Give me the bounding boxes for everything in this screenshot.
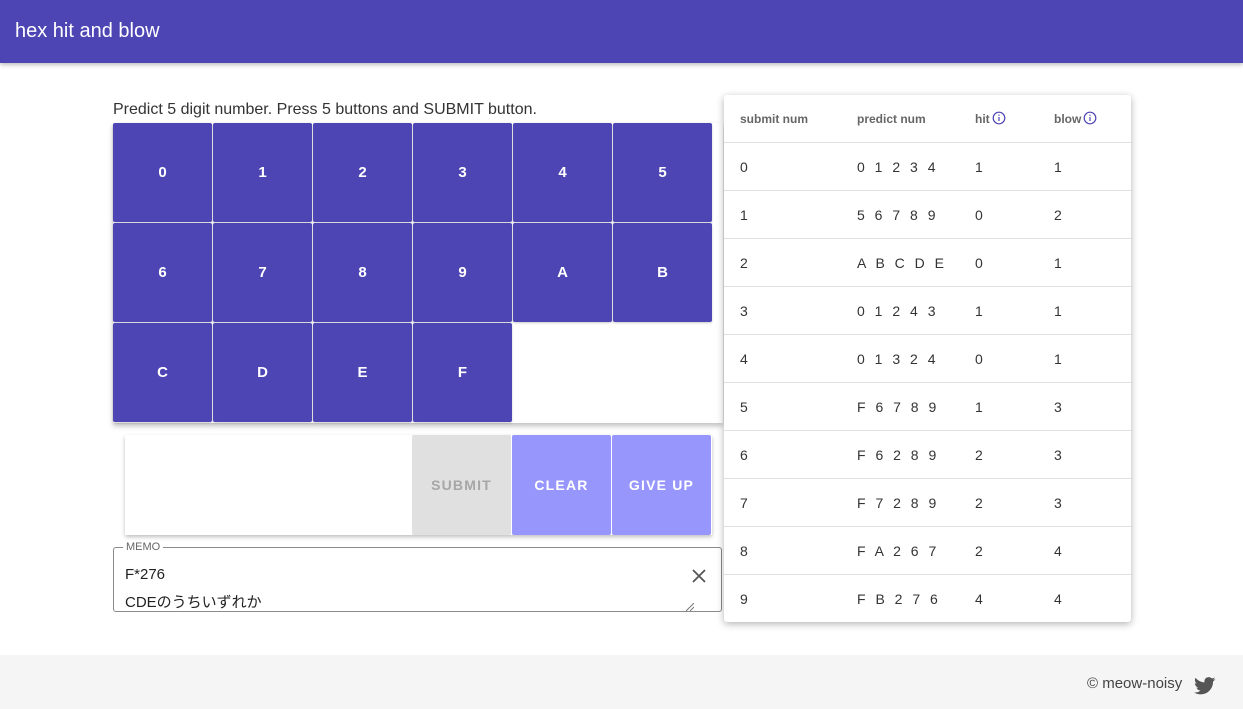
cell-hit: 0 <box>975 207 983 223</box>
cell-predict: F B 2 7 6 <box>857 591 941 607</box>
memo-line: CDEのうちいずれか <box>125 594 262 611</box>
cell-blow: 1 <box>1054 255 1062 271</box>
cell-submit: 4 <box>740 351 748 367</box>
cell-predict: F 7 2 8 9 <box>857 495 940 511</box>
copyright-text: © meow-noisy <box>1087 675 1183 692</box>
table-row: 9 F B 2 7 6 4 4 <box>724 575 1131 622</box>
key-f[interactable]: F <box>413 323 512 422</box>
cell-predict: 0 1 2 4 3 <box>857 303 939 319</box>
clear-button[interactable]: CLEAR <box>512 435 611 535</box>
key-7[interactable]: 7 <box>213 223 312 322</box>
app-title: hex hit and blow <box>15 20 160 42</box>
key-9[interactable]: 9 <box>413 223 512 322</box>
cell-blow: 4 <box>1054 543 1062 559</box>
key-8[interactable]: 8 <box>313 223 412 322</box>
cell-submit: 6 <box>740 447 748 463</box>
header-predict-num: predict num <box>857 112 926 126</box>
cell-submit: 7 <box>740 495 748 511</box>
cell-submit: 0 <box>740 159 748 175</box>
key-a[interactable]: A <box>513 223 612 322</box>
close-icon[interactable] <box>689 566 709 586</box>
cell-hit: 1 <box>975 399 983 415</box>
resize-handle-icon[interactable] <box>686 603 694 611</box>
key-c[interactable]: C <box>113 323 212 422</box>
memo-label: MEMO <box>123 541 164 553</box>
table-row: 4 0 1 3 2 4 0 1 <box>724 335 1131 383</box>
header-submit-num: submit num <box>740 112 808 126</box>
cell-predict: 0 1 2 3 4 <box>857 159 939 175</box>
table-row: 2 A B C D E 0 1 <box>724 239 1131 287</box>
cell-hit: 1 <box>975 303 983 319</box>
cell-hit: 0 <box>975 351 983 367</box>
info-icon[interactable] <box>1083 111 1097 125</box>
cell-submit: 1 <box>740 207 748 223</box>
cell-hit: 2 <box>975 543 983 559</box>
instructions-text: Predict 5 digit number. Press 5 buttons … <box>113 101 537 118</box>
cell-submit: 2 <box>740 255 748 271</box>
key-5[interactable]: 5 <box>613 123 712 222</box>
cell-hit: 2 <box>975 495 983 511</box>
info-icon[interactable] <box>992 111 1006 125</box>
memo-line: F*276 <box>125 566 166 583</box>
cell-submit: 3 <box>740 303 748 319</box>
cell-blow: 1 <box>1054 159 1062 175</box>
key-0[interactable]: 0 <box>113 123 212 222</box>
cell-predict: 0 1 3 2 4 <box>857 351 939 367</box>
cell-submit: 5 <box>740 399 748 415</box>
header-hit: hit <box>975 112 990 126</box>
history-table: submit num predict num hit blow 0 0 1 2 … <box>724 95 1131 622</box>
cell-predict: 5 6 7 8 9 <box>857 207 939 223</box>
cell-submit: 8 <box>740 543 748 559</box>
cell-hit: 1 <box>975 159 983 175</box>
key-e[interactable]: E <box>313 323 412 422</box>
key-1[interactable]: 1 <box>213 123 312 222</box>
cell-predict: F 6 7 8 9 <box>857 399 940 415</box>
cell-blow: 1 <box>1054 303 1062 319</box>
cell-blow: 2 <box>1054 207 1062 223</box>
cell-hit: 4 <box>975 591 983 607</box>
table-row: 8 F A 2 6 7 2 4 <box>724 527 1131 575</box>
control-bar: SUBMIT CLEAR GIVE UP <box>125 435 712 535</box>
table-row: 5 F 6 7 8 9 1 3 <box>724 383 1131 431</box>
cell-blow: 3 <box>1054 495 1062 511</box>
key-b[interactable]: B <box>613 223 712 322</box>
twitter-icon[interactable] <box>1194 677 1216 695</box>
hex-keypad: 0 1 2 3 4 5 6 7 8 9 A B C D E F <box>113 123 723 423</box>
key-2[interactable]: 2 <box>313 123 412 222</box>
key-d[interactable]: D <box>213 323 312 422</box>
table-row: 1 5 6 7 8 9 0 2 <box>724 191 1131 239</box>
cell-blow: 3 <box>1054 399 1062 415</box>
key-6[interactable]: 6 <box>113 223 212 322</box>
cell-blow: 1 <box>1054 351 1062 367</box>
cell-blow: 4 <box>1054 591 1062 607</box>
table-row: 7 F 7 2 8 9 2 3 <box>724 479 1131 527</box>
memo-text[interactable]: F*276 CDEのうちいずれか <box>125 561 262 617</box>
cell-predict: A B C D E <box>857 255 948 271</box>
table-row: 3 0 1 2 4 3 1 1 <box>724 287 1131 335</box>
header-blow: blow <box>1054 112 1082 126</box>
cell-hit: 0 <box>975 255 983 271</box>
submit-button[interactable]: SUBMIT <box>412 435 511 535</box>
app-bar: hex hit and blow <box>0 0 1243 63</box>
cell-predict: F 6 2 8 9 <box>857 447 940 463</box>
cell-hit: 2 <box>975 447 983 463</box>
table-header: submit num predict num hit blow <box>724 95 1131 143</box>
footer: © meow-noisy <box>0 655 1243 709</box>
cell-blow: 3 <box>1054 447 1062 463</box>
key-3[interactable]: 3 <box>413 123 512 222</box>
give-up-button[interactable]: GIVE UP <box>612 435 711 535</box>
key-4[interactable]: 4 <box>513 123 612 222</box>
table-row: 6 F 6 2 8 9 2 3 <box>724 431 1131 479</box>
cell-submit: 9 <box>740 591 748 607</box>
table-row: 0 0 1 2 3 4 1 1 <box>724 143 1131 191</box>
cell-predict: F A 2 6 7 <box>857 543 940 559</box>
